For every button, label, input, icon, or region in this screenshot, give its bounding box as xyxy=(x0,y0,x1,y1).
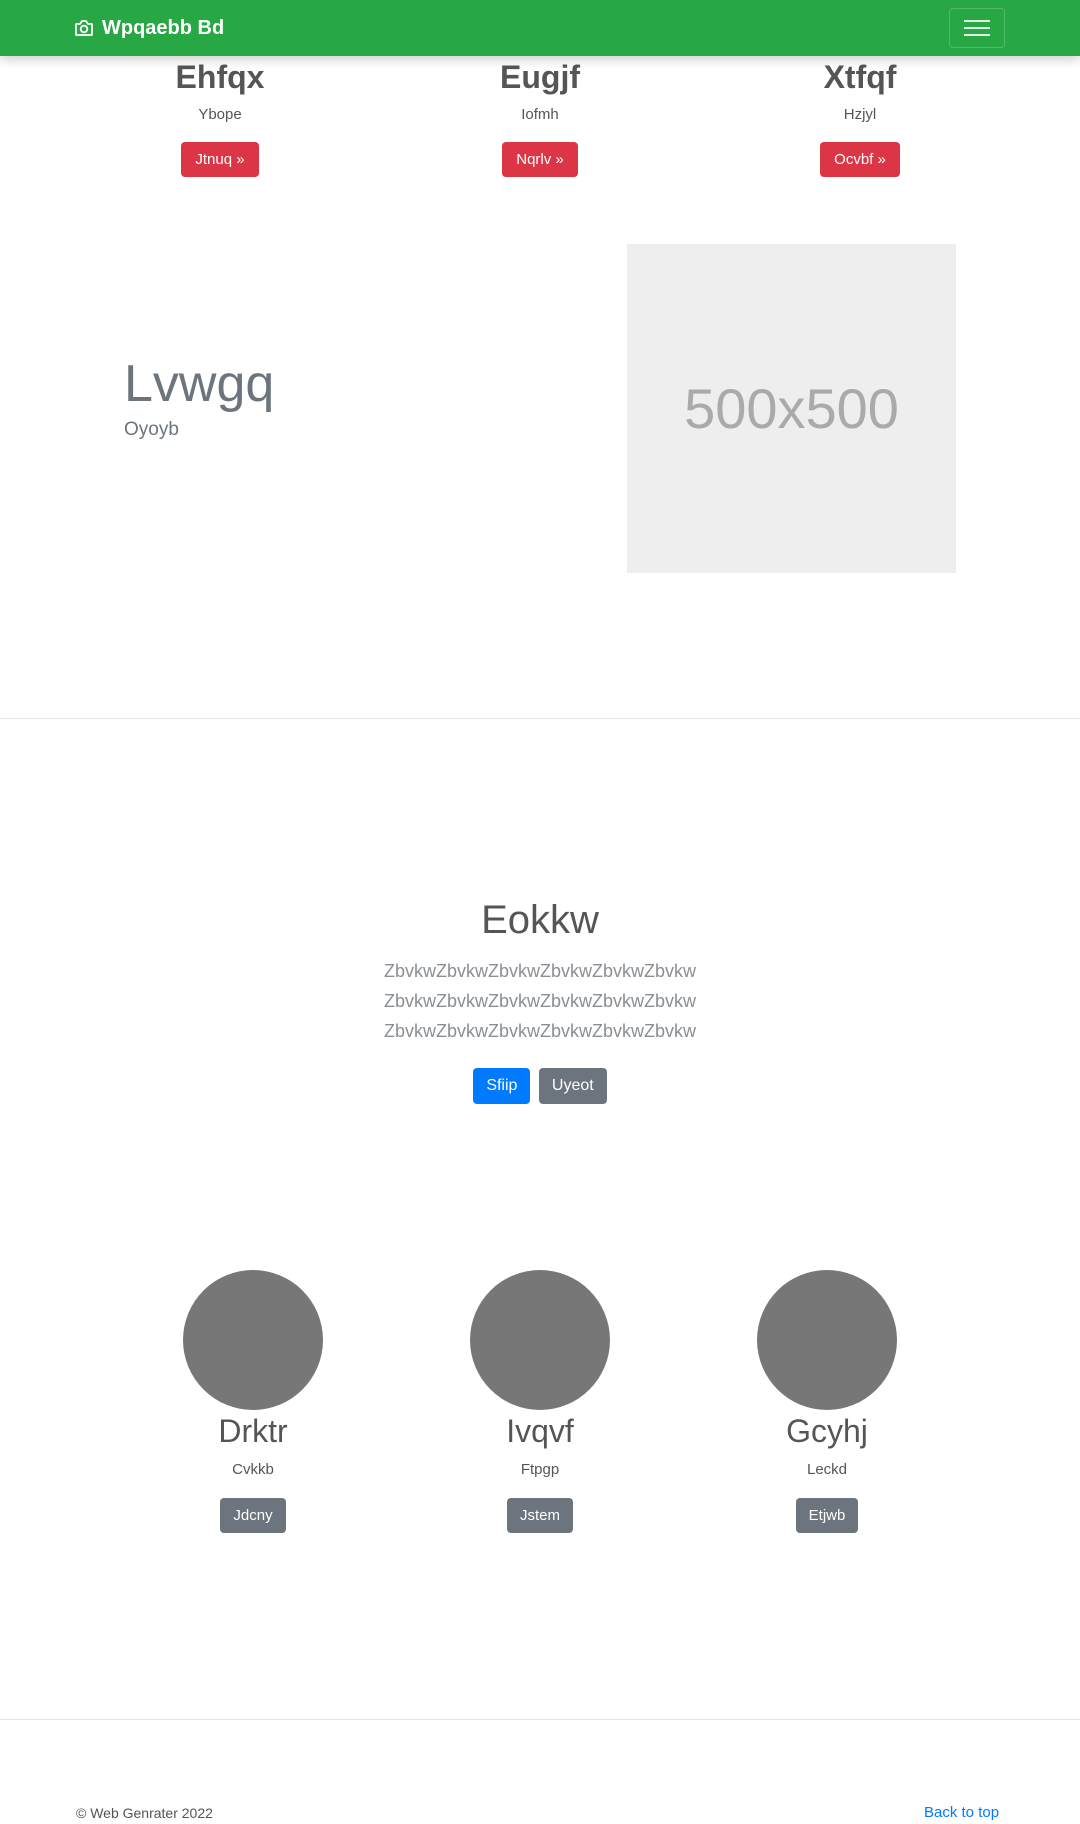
camera-icon xyxy=(75,20,93,36)
avatar xyxy=(757,1270,897,1410)
primary-button[interactable]: Sfiip xyxy=(473,1068,531,1104)
jumbotron: Eokkw ZbvkwZbvkwZbvkwZbvkwZbvkwZbvkw Zbv… xyxy=(0,890,1080,1104)
section-divider xyxy=(0,1719,1080,1720)
footer-copyright: © Web Genrater 2022 xyxy=(76,1805,213,1821)
team-member-role: Leckd xyxy=(806,1461,848,1478)
team-member-name: Drktr xyxy=(218,1413,288,1449)
hero-column: Eugjf Iofmh Nqrlv » xyxy=(430,56,650,177)
avatar xyxy=(183,1270,323,1410)
hero-column-text: Ybope xyxy=(198,106,242,123)
hero-column-text: Iofmh xyxy=(521,106,559,123)
secondary-button[interactable]: Uyeot xyxy=(538,1068,607,1104)
section-divider xyxy=(0,718,1080,719)
hero-column-button[interactable]: Ocvbf » xyxy=(820,142,900,177)
team-member-role: Ftpgp xyxy=(520,1461,560,1478)
team-member: Ivqvf Ftpgp Jstem xyxy=(430,1270,650,1533)
team-member-role: Cvkkb xyxy=(232,1461,274,1478)
team-member-button[interactable]: Etjwb xyxy=(795,1498,859,1533)
lead-line: ZbvkwZbvkwZbvkwZbvkwZbvkwZbvkw xyxy=(383,991,697,1011)
team-member-button[interactable]: Jdcny xyxy=(220,1498,286,1533)
jumbotron-buttons: Sfiip Uyeot xyxy=(0,1068,1080,1104)
featurette-placeholder-image: 500x500 xyxy=(627,244,956,573)
hero-column-button[interactable]: Jtnuq » xyxy=(181,142,259,177)
team-member-name: Ivqvf xyxy=(506,1413,574,1449)
team-member-button[interactable]: Jstem xyxy=(506,1498,573,1533)
hero-column-title: Eugjf xyxy=(500,59,580,95)
avatar xyxy=(470,1270,610,1410)
back-to-top-link[interactable]: Back to top xyxy=(924,1803,999,1823)
hero-column-button[interactable]: Nqrlv » xyxy=(502,142,578,177)
hero-column-text: Hzjyl xyxy=(843,106,877,123)
team-member: Drktr Cvkkb Jdcny xyxy=(143,1270,363,1533)
hero-column: Xtfqf Hzjyl Ocvbf » xyxy=(750,56,970,177)
lead-line: ZbvkwZbvkwZbvkwZbvkwZbvkwZbvkw xyxy=(383,961,697,981)
hamburger-menu-icon xyxy=(964,20,990,36)
hero-column-title: Xtfqf xyxy=(823,59,897,95)
navbar-toggler-button[interactable] xyxy=(949,8,1005,48)
hero-column-title: Ehfqx xyxy=(175,59,265,95)
brand-link[interactable]: Wpqaebb Bd xyxy=(74,0,224,56)
jumbotron-heading: Eokkw xyxy=(481,898,599,942)
hero-column: Ehfqx Ybope Jtnuq » xyxy=(110,56,330,177)
brand-text: Wpqaebb Bd xyxy=(102,16,225,39)
featurette-heading: Lvwgq xyxy=(124,355,275,413)
lead-line: ZbvkwZbvkwZbvkwZbvkwZbvkwZbvkw xyxy=(383,1021,697,1041)
jumbotron-lead: ZbvkwZbvkwZbvkwZbvkwZbvkwZbvkw ZbvkwZbvk… xyxy=(0,956,1080,1046)
placeholder-image-label: 500x500 xyxy=(684,377,899,440)
featurette-subheading: Oyoyb xyxy=(124,419,179,440)
team-member: Gcyhj Leckd Etjwb xyxy=(717,1270,937,1533)
team-member-name: Gcyhj xyxy=(786,1413,868,1449)
navbar: Wpqaebb Bd xyxy=(0,0,1080,56)
